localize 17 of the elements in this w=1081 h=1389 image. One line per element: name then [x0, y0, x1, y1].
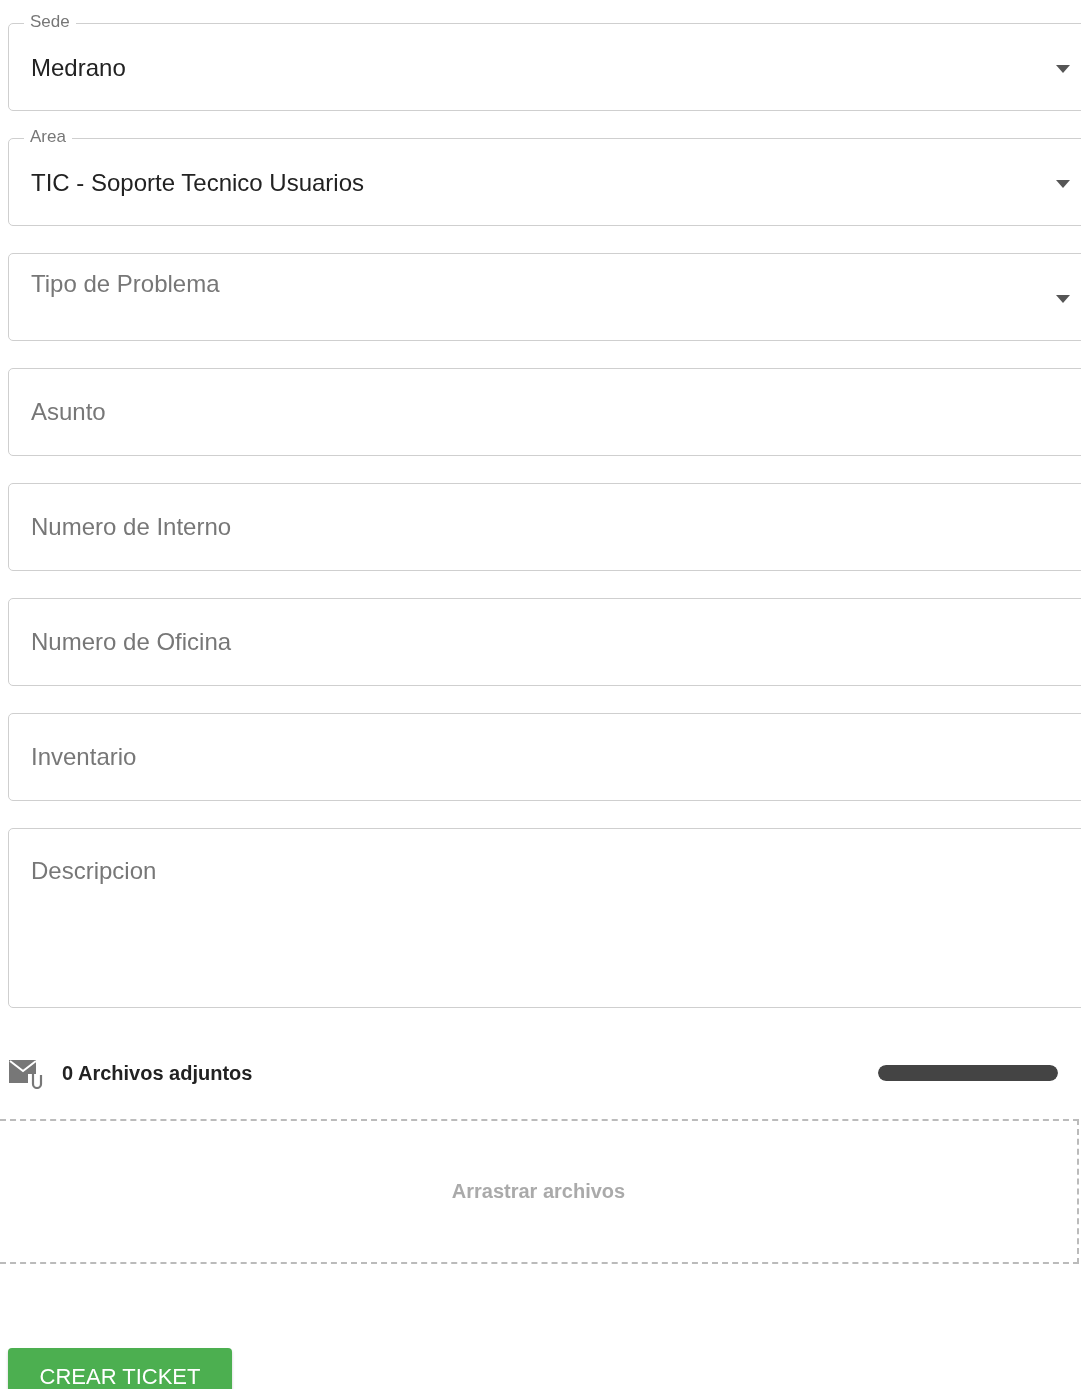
dropdown-arrow-icon	[1056, 180, 1070, 188]
text-area[interactable]: Descripcion	[9, 829, 1081, 1007]
dropzone-label: Arrastrar archivos	[451, 1180, 626, 1203]
file-dropzone[interactable]: Arrastrar archivos	[0, 1119, 1079, 1264]
select-field[interactable]: Tipo de Problema	[8, 253, 1081, 341]
dropdown-arrow-icon	[1056, 295, 1070, 303]
dropdown-arrow-icon	[1056, 65, 1070, 73]
mail-attachment-icon	[8, 1057, 44, 1089]
attachments-count: 0 Archivos adjuntos	[62, 1061, 254, 1085]
select-placeholder: Tipo de Problema	[31, 270, 220, 298]
text-field[interactable]: Inventario	[9, 714, 1081, 800]
select-value: TIC - Soporte Tecnico Usuarios	[31, 169, 365, 197]
select-value: Medrano	[31, 54, 126, 82]
create-ticket-button[interactable]: CREAR TICKET	[8, 1348, 232, 1389]
text-field[interactable]: Asunto	[9, 369, 1081, 455]
text-field[interactable]: Numero de Oficina	[9, 599, 1081, 685]
text-field[interactable]: Numero de Interno	[9, 484, 1081, 570]
